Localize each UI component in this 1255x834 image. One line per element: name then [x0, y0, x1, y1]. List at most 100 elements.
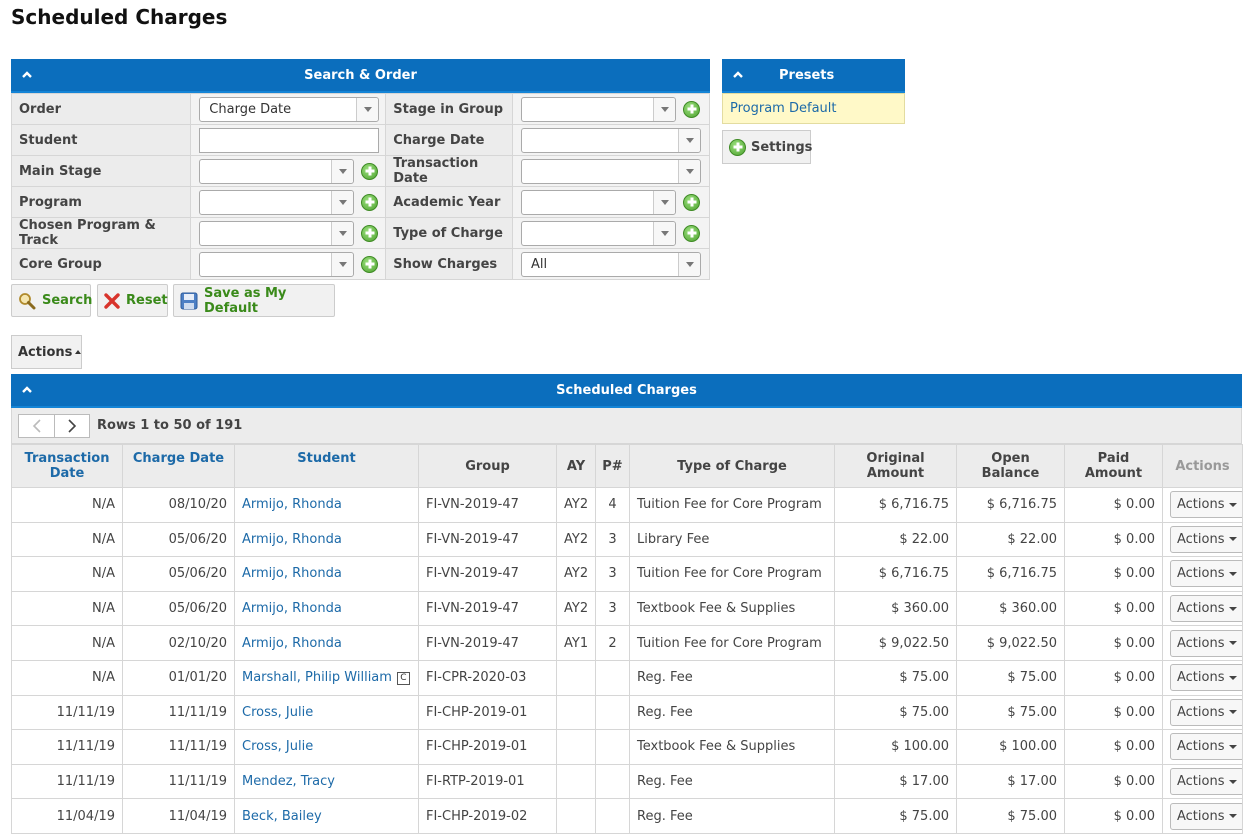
open-balance-cell: $ 6,716.75	[956, 556, 1065, 592]
main-stage-label: Main Stage	[10, 155, 192, 187]
add-program-icon[interactable]	[361, 193, 379, 211]
charge-date-label: Charge Date	[385, 124, 514, 156]
scheduled-charges-header[interactable]: Scheduled Charges	[11, 374, 1242, 408]
transaction-date-select[interactable]	[521, 158, 702, 184]
row-actions-button[interactable]: Actions	[1170, 664, 1242, 692]
row-actions-button[interactable]: Actions	[1170, 595, 1242, 623]
student-link[interactable]: Armijo, Rhonda	[242, 532, 342, 547]
row-actions-label: Actions	[1177, 670, 1225, 686]
group-cell: FI-CHP-2019-02	[418, 798, 557, 834]
chosen-program-track-label: Chosen Program & Track	[10, 217, 192, 249]
charge-date-cell: 11/11/19	[122, 729, 235, 765]
row-actions-label: Actions	[1177, 808, 1225, 824]
student-link[interactable]: Marshall, Philip William	[242, 670, 392, 685]
row-actions-cell: Actions	[1162, 590, 1243, 627]
p-cell: 2	[595, 625, 630, 661]
pager	[18, 413, 90, 438]
student-link[interactable]: Armijo, Rhonda	[242, 566, 342, 581]
row-actions-button[interactable]: Actions	[1170, 560, 1242, 588]
student-link[interactable]: Beck, Bailey	[242, 809, 322, 824]
search-button[interactable]: Search	[11, 284, 92, 317]
add-stage-in-group-icon[interactable]	[683, 100, 701, 118]
order-select[interactable]: Charge Date	[199, 96, 380, 122]
type-of-charge-select[interactable]	[521, 220, 677, 246]
open-balance-cell: $ 100.00	[956, 729, 1065, 765]
main-stage-select[interactable]	[199, 158, 355, 184]
charge-date-cell: 02/10/20	[122, 625, 235, 661]
paid-amount-cell: $ 0.00	[1064, 763, 1163, 800]
row-actions-button[interactable]: Actions	[1170, 629, 1242, 657]
row-actions-cell: Actions	[1162, 798, 1243, 834]
type-of-charge-cell: Reg. Fee	[629, 694, 835, 731]
chevron-down-icon	[653, 190, 676, 214]
row-actions-button[interactable]: Actions	[1170, 768, 1242, 796]
student-link[interactable]: Armijo, Rhonda	[242, 636, 342, 651]
search-order-title: Search & Order	[304, 67, 417, 83]
student-link[interactable]: Armijo, Rhonda	[242, 601, 342, 616]
row-actions-button[interactable]: Actions	[1170, 733, 1242, 761]
student-cell: Armijo, Rhonda	[234, 625, 419, 661]
col-transaction-date[interactable]: Transaction Date	[11, 444, 123, 488]
add-academic-year-icon[interactable]	[683, 193, 701, 211]
table-row: 11/11/19 11/11/19 Cross, Julie FI-CHP-2019-…	[11, 694, 1243, 731]
academic-year-select[interactable]	[521, 189, 677, 215]
row-actions-cell: Actions	[1162, 659, 1243, 696]
core-group-select[interactable]	[199, 251, 355, 277]
student-cell: Armijo, Rhonda	[234, 556, 419, 592]
next-page-button[interactable]	[54, 414, 89, 437]
collapse-icon[interactable]	[21, 384, 33, 396]
add-main-stage-icon[interactable]	[361, 162, 379, 180]
row-actions-button[interactable]: Actions	[1170, 802, 1242, 830]
student-link[interactable]: Cross, Julie	[242, 705, 313, 720]
col-actions: Actions	[1162, 444, 1243, 488]
program-select[interactable]	[199, 189, 355, 215]
caret-down-icon	[1228, 814, 1237, 819]
add-type-of-charge-icon[interactable]	[683, 224, 701, 242]
col-p: P#	[595, 444, 630, 488]
student-link[interactable]: Cross, Julie	[242, 739, 313, 754]
chosen-program-track-select[interactable]	[199, 220, 355, 246]
actions-menu-button[interactable]: Actions	[11, 335, 82, 369]
type-of-charge-cell: Reg. Fee	[629, 798, 835, 834]
floppy-disk-icon	[180, 292, 198, 310]
add-chosen-program-track-icon[interactable]	[361, 224, 379, 242]
student-link[interactable]: Mendez, Tracy	[242, 774, 335, 789]
settings-button[interactable]: Settings	[722, 130, 812, 164]
add-core-group-icon[interactable]	[361, 255, 379, 273]
reset-button[interactable]: Reset	[97, 284, 168, 317]
paid-amount-cell: $ 0.00	[1064, 659, 1163, 696]
preset-program-default[interactable]: Program Default	[722, 93, 905, 124]
presets-panel: Presets Program Default	[722, 59, 905, 124]
row-actions-button[interactable]: Actions	[1170, 491, 1242, 519]
ay-cell	[556, 694, 596, 731]
caret-down-icon	[1228, 571, 1237, 576]
charge-date-cell: 01/01/20	[122, 659, 235, 696]
save-as-default-button[interactable]: Save as My Default	[173, 284, 335, 317]
transaction-date-cell: N/A	[11, 556, 123, 592]
show-charges-select[interactable]: All	[521, 251, 702, 277]
table-row: N/A 08/10/20 Armijo, Rhonda FI-VN-2019-47 AY…	[11, 487, 1243, 523]
p-cell: 3	[595, 556, 630, 592]
stage-in-group-select[interactable]	[521, 96, 677, 122]
prev-page-button[interactable]	[19, 415, 54, 437]
row-actions-button[interactable]: Actions	[1170, 698, 1242, 726]
col-open-balance: Open Balance	[956, 444, 1065, 488]
collapse-icon[interactable]	[732, 69, 744, 81]
student-input[interactable]	[199, 127, 380, 153]
presets-header[interactable]: Presets	[722, 59, 905, 93]
search-order-header[interactable]: Search & Order	[11, 59, 710, 93]
student-link[interactable]: Armijo, Rhonda	[242, 497, 342, 512]
original-amount-cell: $ 75.00	[834, 798, 957, 834]
search-order-panel: Search & Order Order Charge Date Stage i…	[10, 59, 710, 280]
col-charge-date[interactable]: Charge Date	[122, 444, 235, 488]
charge-date-select[interactable]	[521, 127, 702, 153]
transaction-date-cell: 11/11/19	[11, 694, 123, 731]
row-actions-button[interactable]: Actions	[1170, 525, 1242, 553]
open-balance-cell: $ 9,022.50	[956, 625, 1065, 661]
caret-down-icon	[1228, 744, 1237, 749]
type-of-charge-cell: Textbook Fee & Supplies	[629, 590, 835, 627]
collapse-icon[interactable]	[21, 69, 33, 81]
type-of-charge-cell: Reg. Fee	[629, 659, 835, 696]
caret-down-icon	[1228, 779, 1237, 784]
col-student[interactable]: Student	[234, 444, 419, 488]
